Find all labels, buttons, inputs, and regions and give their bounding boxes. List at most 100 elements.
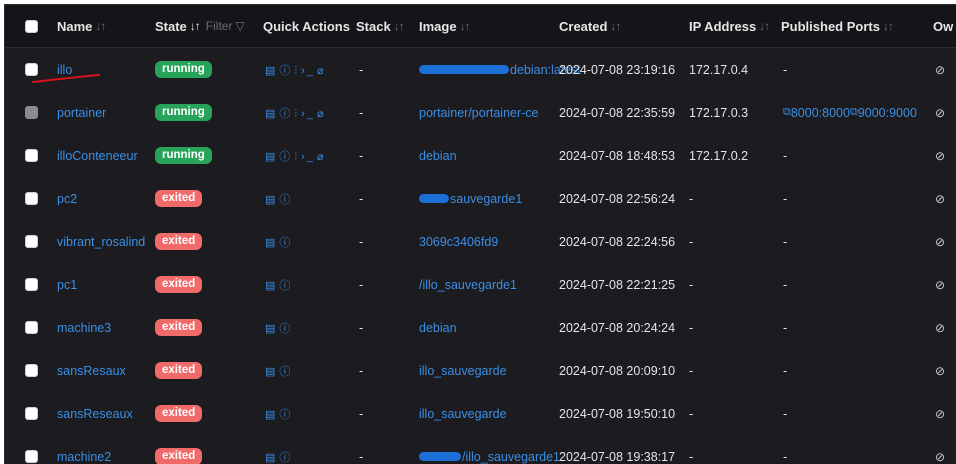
image-link[interactable]: debian	[419, 149, 457, 163]
row-checkbox[interactable]	[25, 149, 38, 162]
container-name-cell[interactable]: illoConteneeur	[57, 134, 138, 177]
header-name[interactable]: Name ↓↑	[57, 5, 105, 47]
image-cell[interactable]: debian:latest	[419, 48, 581, 91]
header-created[interactable]: Created ↓↑	[559, 5, 620, 47]
table-row[interactable]: sansResauxexited▤ⓘ-illo_sauvegarde2024-0…	[5, 349, 956, 393]
logs-icon[interactable]: ▤	[265, 65, 277, 77]
image-cell[interactable]: /illo_sauvegarde1	[419, 263, 517, 306]
inspect-icon[interactable]: ⓘ	[279, 409, 292, 421]
table-row[interactable]: illoConteneeurrunning▤ⓘ⫶›_⌀-debian2024-0…	[5, 134, 956, 178]
row-checkbox[interactable]	[25, 407, 38, 420]
inspect-icon[interactable]: ⓘ	[279, 237, 292, 249]
container-name-cell[interactable]: illo	[57, 48, 72, 91]
inspect-icon[interactable]: ⓘ	[279, 194, 292, 206]
table-row[interactable]: machine3exited▤ⓘ-debian2024-07-08 20:24:…	[5, 306, 956, 350]
row-checkbox[interactable]	[25, 364, 38, 377]
logs-icon[interactable]: ▤	[265, 452, 277, 464]
row-checkbox[interactable]	[25, 192, 38, 205]
container-name-link[interactable]: machine3	[57, 321, 111, 335]
table-row[interactable]: illorunning▤ⓘ⫶›_⌀-debian:latest2024-07-0…	[5, 48, 956, 92]
stats-icon[interactable]: ⫶	[294, 151, 299, 163]
container-name-link[interactable]: sansResaux	[57, 364, 126, 378]
published-port-link[interactable]: 8000:8000	[791, 106, 850, 120]
container-name-cell[interactable]: machine3	[57, 306, 111, 349]
external-link-icon[interactable]: ⧉	[783, 106, 791, 119]
table-row[interactable]: pc1exited▤ⓘ-/illo_sauvegarde12024-07-08 …	[5, 263, 956, 307]
logs-icon[interactable]: ▤	[265, 323, 277, 335]
image-cell[interactable]: illo_sauvegarde	[419, 349, 507, 392]
image-link[interactable]: sauvegarde1	[450, 192, 522, 206]
table-row[interactable]: vibrant_rosalindexited▤ⓘ-3069c3406fd9202…	[5, 220, 956, 264]
logs-icon[interactable]: ▤	[265, 151, 277, 163]
inspect-icon[interactable]: ⓘ	[279, 366, 292, 378]
logs-icon[interactable]: ▤	[265, 108, 277, 120]
image-link[interactable]: 3069c3406fd9	[419, 235, 498, 249]
inspect-icon[interactable]: ⓘ	[279, 323, 292, 335]
attach-icon[interactable]: ⌀	[317, 151, 326, 163]
row-checkbox[interactable]	[25, 235, 38, 248]
logs-icon[interactable]: ▤	[265, 194, 277, 206]
header-ports[interactable]: Published Ports ↓↑	[781, 5, 893, 47]
table-row[interactable]: sansReseauxexited▤ⓘ-illo_sauvegarde2024-…	[5, 392, 956, 436]
logs-icon[interactable]: ▤	[265, 366, 277, 378]
container-name-link[interactable]: pc2	[57, 192, 77, 206]
inspect-icon[interactable]: ⓘ	[279, 108, 292, 120]
image-cell[interactable]: sauvegarde1	[419, 177, 522, 220]
header-state[interactable]: State ↓↑ Filter ▽	[155, 5, 245, 47]
container-name-link[interactable]: illoConteneeur	[57, 149, 138, 163]
table-row[interactable]: pc2exited▤ⓘ-sauvegarde12024-07-08 22:56:…	[5, 177, 956, 221]
published-port-link[interactable]: 9000:9000	[858, 106, 917, 120]
image-cell[interactable]: debian	[419, 306, 457, 349]
logs-icon[interactable]: ▤	[265, 280, 277, 292]
attach-icon[interactable]: ⌀	[317, 65, 326, 77]
inspect-icon[interactable]: ⓘ	[279, 151, 292, 163]
stats-icon[interactable]: ⫶	[294, 108, 299, 120]
container-name-link[interactable]: machine2	[57, 450, 111, 464]
image-cell[interactable]: illo_sauvegarde	[419, 392, 507, 435]
image-link[interactable]: debian	[419, 321, 457, 335]
container-name-cell[interactable]: machine2	[57, 435, 111, 464]
inspect-icon[interactable]: ⓘ	[279, 452, 292, 464]
header-stack[interactable]: Stack ↓↑	[356, 5, 404, 47]
container-name-link[interactable]: pc1	[57, 278, 77, 292]
table-row[interactable]: machine2exited▤ⓘ-/illo_sauvegarde12024-0…	[5, 435, 956, 464]
image-link[interactable]: /illo_sauvegarde1	[419, 278, 517, 292]
filter-icon[interactable]: ▽	[235, 19, 244, 33]
container-name-cell[interactable]: pc1	[57, 263, 77, 306]
container-name-cell[interactable]: sansResaux	[57, 349, 126, 392]
container-name-link[interactable]: vibrant_rosalind	[57, 235, 145, 249]
console-icon[interactable]: ›_	[301, 151, 315, 163]
image-link[interactable]: /illo_sauvegarde1	[462, 450, 560, 464]
image-cell[interactable]: /illo_sauvegarde1	[419, 435, 560, 464]
container-name-cell[interactable]: pc2	[57, 177, 77, 220]
image-cell[interactable]: 3069c3406fd9	[419, 220, 498, 263]
header-image[interactable]: Image ↓↑	[419, 5, 470, 47]
logs-icon[interactable]: ▤	[265, 409, 277, 421]
header-ownership[interactable]: Ow	[933, 5, 953, 47]
external-link-icon[interactable]: ⧉	[850, 106, 858, 119]
logs-icon[interactable]: ▤	[265, 237, 277, 249]
inspect-icon[interactable]: ⓘ	[279, 280, 292, 292]
container-name-link[interactable]: sansReseaux	[57, 407, 133, 421]
container-name-cell[interactable]: portainer	[57, 91, 106, 134]
table-row[interactable]: portainerrunning▤ⓘ⫶›_⌀-portainer/portain…	[5, 91, 956, 135]
select-all-checkbox[interactable]	[25, 20, 38, 33]
container-name-cell[interactable]: vibrant_rosalind	[57, 220, 145, 263]
header-ip[interactable]: IP Address ↓↑	[689, 5, 769, 47]
stats-icon[interactable]: ⫶	[294, 65, 299, 77]
image-cell[interactable]: portainer/portainer-ce	[419, 91, 539, 134]
console-icon[interactable]: ›_	[301, 65, 315, 77]
image-link[interactable]: illo_sauvegarde	[419, 407, 507, 421]
container-name-cell[interactable]: sansReseaux	[57, 392, 133, 435]
row-checkbox[interactable]	[25, 278, 38, 291]
row-checkbox[interactable]	[25, 106, 38, 119]
image-cell[interactable]: debian	[419, 134, 457, 177]
filter-label[interactable]: Filter	[206, 19, 233, 33]
console-icon[interactable]: ›_	[301, 108, 315, 120]
row-checkbox[interactable]	[25, 321, 38, 334]
inspect-icon[interactable]: ⓘ	[279, 65, 292, 77]
image-link[interactable]: portainer/portainer-ce	[419, 106, 539, 120]
attach-icon[interactable]: ⌀	[317, 108, 326, 120]
row-checkbox[interactable]	[25, 450, 38, 463]
container-name-link[interactable]: portainer	[57, 106, 106, 120]
